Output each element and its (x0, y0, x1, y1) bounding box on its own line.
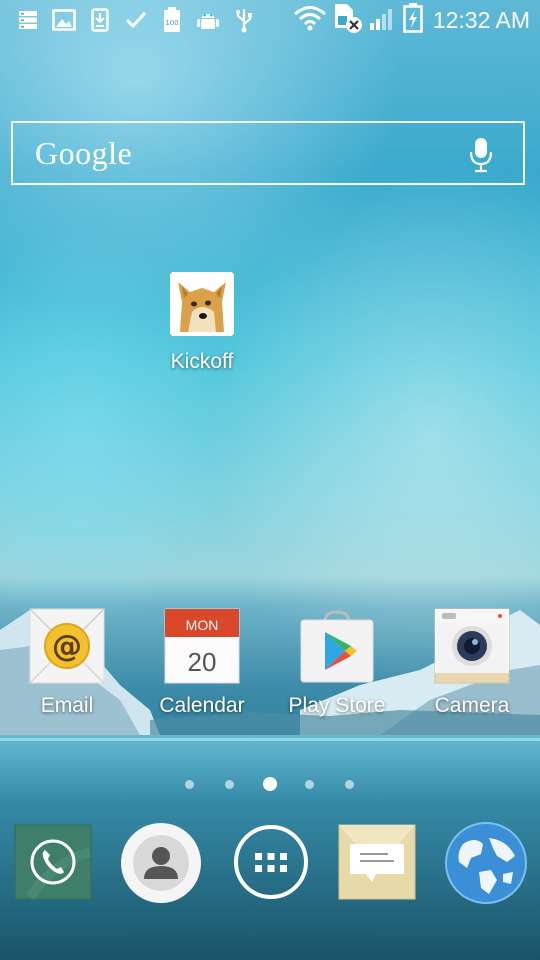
play-store-icon (299, 608, 375, 684)
app-email[interactable]: @ Email (7, 608, 127, 718)
browser-globe-icon (445, 822, 527, 908)
svg-text:@: @ (52, 629, 82, 664)
messaging-icon (338, 824, 416, 904)
dock-app-drawer[interactable] (231, 822, 311, 902)
dock-messaging[interactable] (338, 822, 418, 902)
sim-no-service-icon (333, 2, 363, 38)
wallpaper-horizon (0, 738, 540, 741)
page-indicator (0, 776, 540, 792)
camera-icon (434, 608, 510, 684)
page-dot-active[interactable] (263, 777, 277, 791)
calendar-icon: MON 20 (164, 608, 240, 684)
app-label: Calendar (159, 694, 245, 717)
svg-text:MON: MON (186, 617, 219, 633)
battery-100-icon: 100 (154, 0, 190, 40)
google-search-bar[interactable]: Google (11, 121, 525, 185)
app-label: Kickoff (170, 350, 234, 373)
phone-icon (14, 824, 92, 904)
android-debug-icon (190, 0, 226, 40)
status-bar: 100 12:32 AM (0, 0, 540, 40)
svg-text:20: 20 (188, 647, 217, 677)
svg-text:100: 100 (165, 19, 178, 27)
email-icon: @ (29, 608, 105, 684)
app-label: Camera (434, 694, 510, 717)
check-icon (118, 0, 154, 40)
dock-phone[interactable] (14, 822, 94, 902)
usb-icon (226, 0, 262, 40)
signal-icon (369, 5, 397, 35)
app-kickoff[interactable]: Kickoff (142, 272, 262, 374)
dock-contacts[interactable] (120, 822, 201, 903)
app-play-store[interactable]: Play Store (277, 608, 397, 718)
wifi-icon (293, 5, 327, 35)
battery-charging-icon (403, 3, 423, 37)
doge-icon (170, 272, 234, 336)
status-clock: 12:32 AM (432, 6, 530, 33)
page-dot[interactable] (225, 780, 234, 789)
storage-icon (10, 0, 46, 40)
page-dot[interactable] (305, 780, 314, 789)
app-drawer-icon (231, 825, 311, 906)
gallery-icon (46, 0, 82, 40)
app-label: Play Store (288, 694, 386, 717)
page-dot[interactable] (345, 780, 354, 789)
dock-browser[interactable] (445, 822, 527, 904)
app-calendar[interactable]: MON 20 Calendar (142, 608, 262, 718)
app-label: Email (40, 694, 94, 717)
contacts-icon (120, 823, 202, 908)
app-camera[interactable]: Camera (412, 608, 532, 718)
microphone-icon[interactable] (469, 137, 493, 173)
download-icon (82, 0, 118, 40)
google-logo: Google (35, 134, 133, 171)
page-dot[interactable] (185, 780, 194, 789)
